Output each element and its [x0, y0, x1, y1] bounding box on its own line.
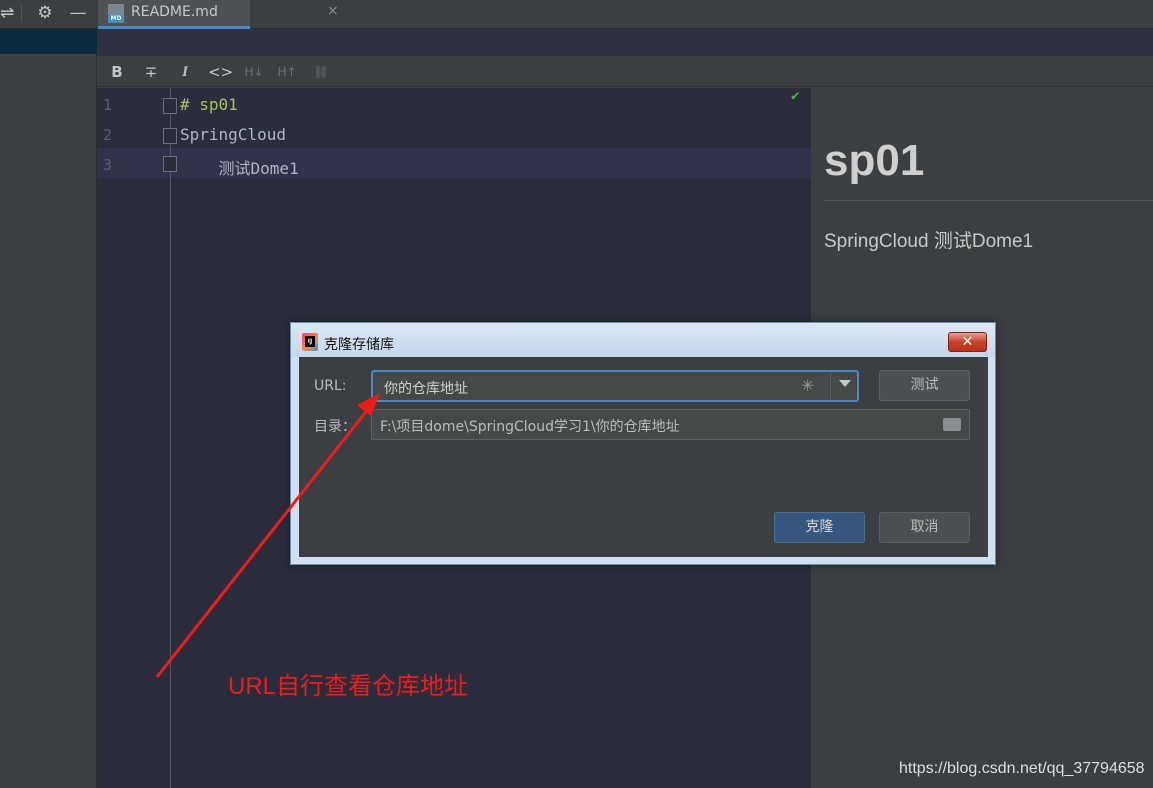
url-input-value: 你的仓库地址 [384, 381, 468, 397]
heading-divider [824, 200, 1153, 201]
directory-label: 目录： [314, 419, 356, 435]
line-number: 1 [103, 96, 113, 114]
dialog-body: URL: 你的仓库地址 ✳ 测试 目录： F:\项目dome\SpringClo… [299, 357, 988, 557]
directory-input-value: F:\项目dome\SpringCloud学习1\你的仓库地址 [380, 419, 680, 435]
toolbar-separator [21, 4, 22, 22]
header-up-button[interactable]: H↑ [277, 62, 297, 82]
dialog-close-button[interactable]: ✕ [948, 332, 987, 352]
code-line: # sp01 [180, 95, 238, 114]
gutter-divider [170, 88, 171, 788]
url-history-dropdown[interactable] [830, 372, 857, 400]
code-line: 测试Dome1 [180, 159, 299, 178]
url-input[interactable]: 你的仓库地址 ✳ [371, 370, 859, 402]
collapse-icon[interactable]: ⇌ [0, 3, 14, 23]
chevron-down-icon [839, 380, 851, 387]
code-line: SpringCloud [180, 125, 286, 144]
header-down-button[interactable]: H↓ [244, 62, 264, 82]
tab-readme[interactable]: MD README.md × [98, 0, 339, 29]
markdown-file-icon: MD [108, 4, 124, 23]
intellij-app-icon: IJ [302, 333, 318, 351]
strikethrough-button[interactable]: ∓ [142, 62, 160, 82]
fold-end-marker-icon[interactable] [163, 156, 177, 172]
italic-button[interactable]: I [177, 62, 193, 82]
code-button[interactable]: <> [208, 62, 233, 82]
bold-button[interactable]: B [109, 62, 125, 82]
link-icon[interactable]: ⛓ [312, 62, 330, 82]
dialog-title: 克隆存储库 [324, 337, 394, 353]
preview-paragraph: SpringCloud 测试Dome1 [824, 231, 1034, 252]
test-button[interactable]: 测试 [879, 370, 970, 401]
preview-heading: sp01 [824, 136, 925, 185]
check-icon: ✔ [791, 88, 800, 104]
directory-input[interactable]: F:\项目dome\SpringCloud学习1\你的仓库地址 [371, 409, 970, 440]
watermark-url: https://blog.csdn.net/qq_37794658 [899, 760, 1145, 777]
gear-icon[interactable]: ⚙ [34, 3, 56, 23]
clone-repository-dialog: IJ 克隆存储库 ✕ URL: 你的仓库地址 ✳ 测试 目录： F:\项目dom… [290, 322, 996, 565]
tab-close-icon[interactable]: × [327, 3, 339, 19]
line-number: 3 [103, 156, 113, 174]
fold-marker-icon[interactable] [163, 128, 177, 144]
loading-spinner-icon: ✳ [801, 376, 815, 395]
folder-browse-icon[interactable] [943, 418, 961, 431]
url-label: URL: [314, 378, 347, 394]
cancel-button[interactable]: 取消 [879, 512, 970, 543]
top-toolbar: ⇌ ⚙ — MD README.md × [0, 0, 1153, 29]
dialog-titlebar[interactable]: IJ 克隆存储库 ✕ [291, 323, 995, 357]
clone-button[interactable]: 克隆 [774, 512, 865, 543]
editor-header-strip [97, 29, 1153, 56]
line-number: 2 [103, 126, 113, 144]
tab-title: README.md [131, 4, 218, 20]
fold-marker-icon[interactable] [163, 98, 177, 114]
selected-project-row[interactable] [0, 29, 97, 54]
minimize-icon[interactable]: — [66, 3, 90, 23]
markdown-toolbar: B ∓ I <> H↓ H↑ ⛓ [97, 56, 1153, 87]
annotation-text: URL自行查看仓库地址 [228, 673, 469, 700]
project-panel [0, 29, 97, 788]
